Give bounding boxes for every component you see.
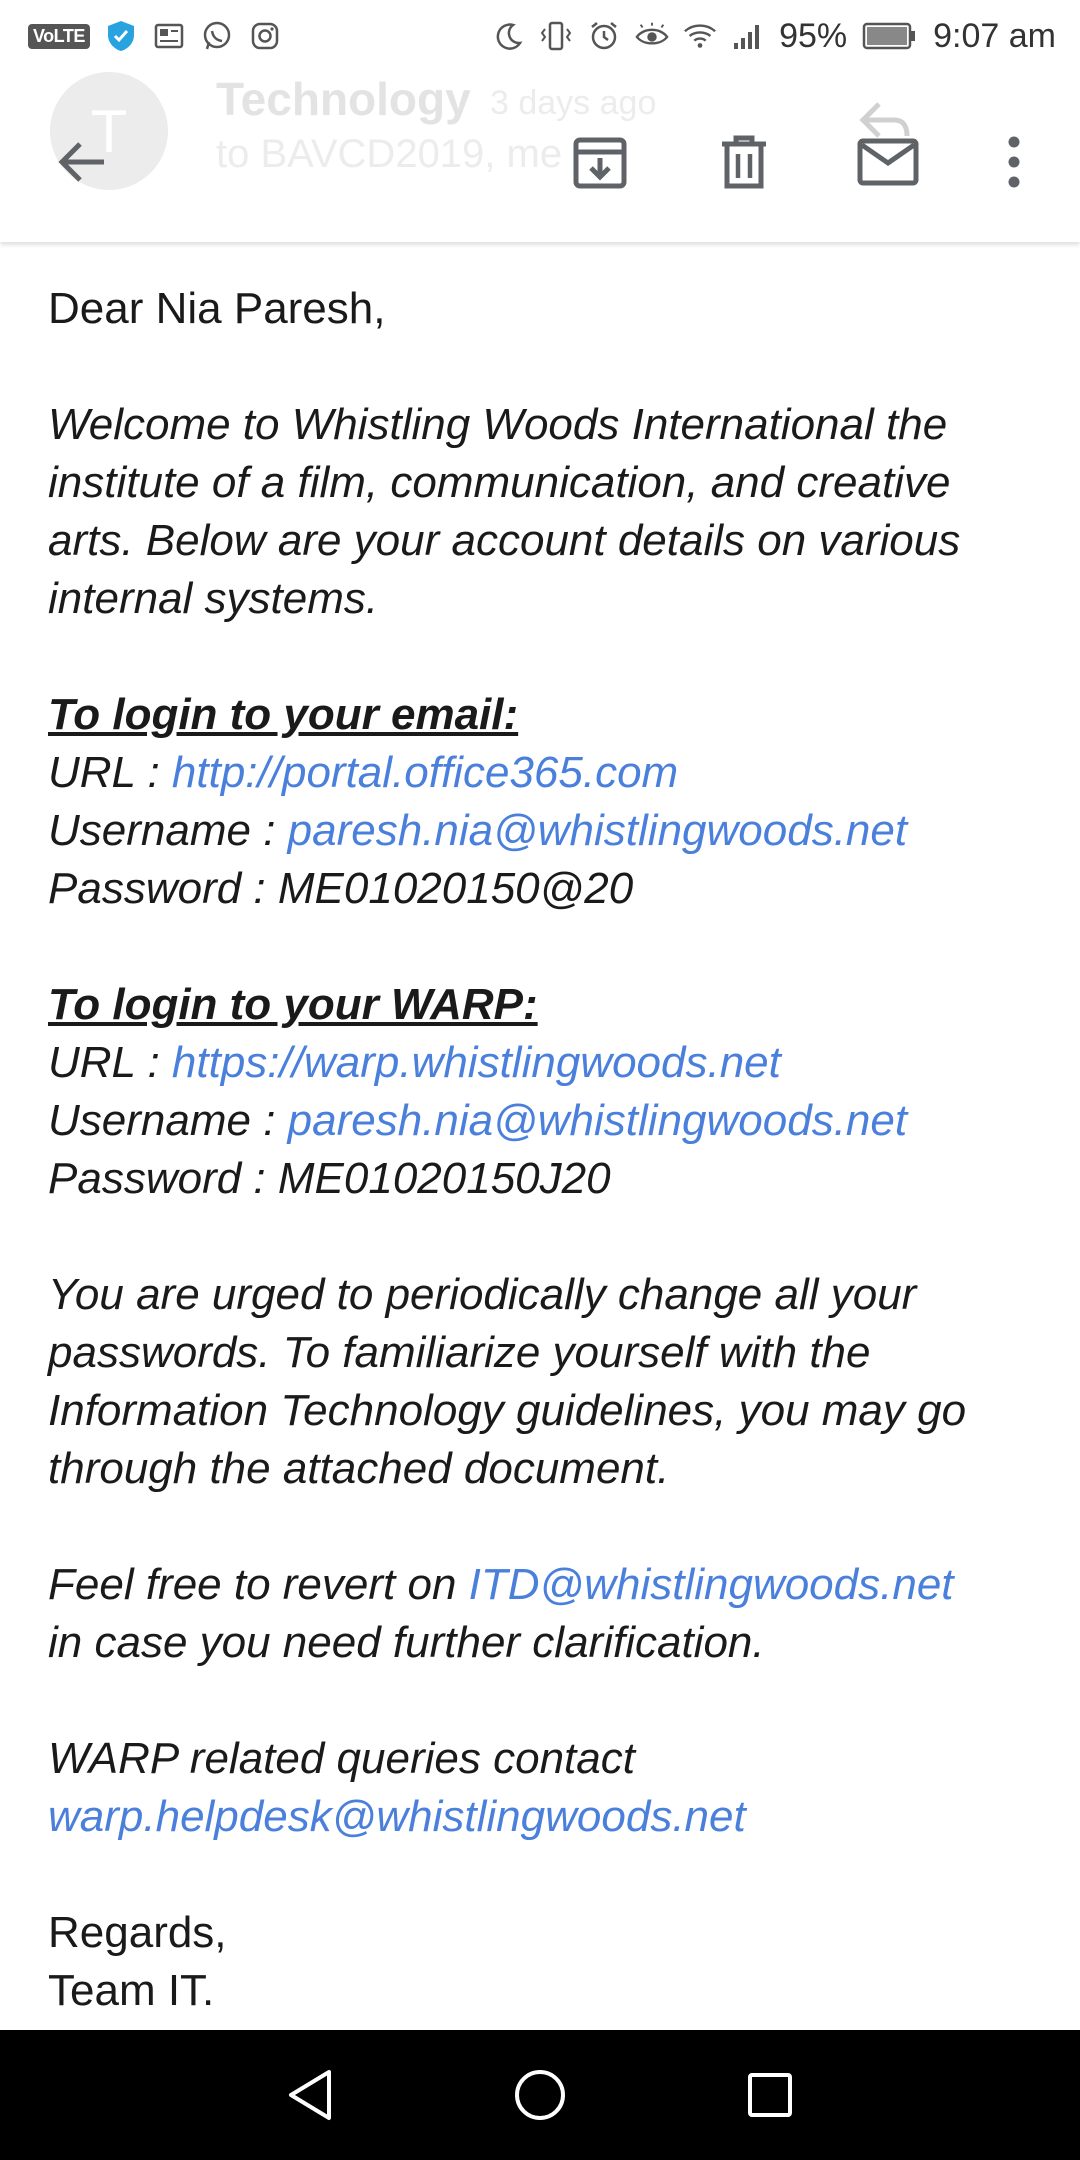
archive-button[interactable] — [560, 122, 640, 202]
cell-signal-icon — [731, 19, 765, 53]
itd-email-link[interactable]: ITD@whistlingwoods.net — [469, 1560, 954, 1609]
password-label: Password : — [48, 1154, 278, 1203]
mail-icon — [857, 138, 919, 186]
email-username-link[interactable]: paresh.nia@whistlingwoods.net — [288, 806, 907, 855]
nav-recents-button[interactable] — [730, 2055, 810, 2135]
delete-button[interactable] — [704, 122, 784, 202]
office365-url-link[interactable]: http://portal.office365.com — [172, 748, 678, 797]
warp-password-value: ME01020150J20 — [277, 1154, 611, 1203]
alarm-icon — [587, 19, 621, 53]
url-label: URL : — [48, 748, 172, 797]
revert-prefix: Feel free to revert on — [48, 1560, 469, 1609]
nav-back-button[interactable] — [270, 2055, 350, 2135]
intro-paragraph: Welcome to Whistling Woods International… — [48, 400, 961, 623]
username-label: Username : — [48, 1096, 288, 1145]
username-label: Username : — [48, 806, 288, 855]
warp-password-line: Password : ME01020150J20 — [48, 1150, 1048, 1208]
trash-icon — [722, 135, 766, 189]
warp-username-link[interactable]: paresh.nia@whistlingwoods.net — [288, 1096, 907, 1145]
eye-comfort-icon — [635, 19, 669, 53]
email-username-line: Username : paresh.nia@whistlingwoods.net — [48, 802, 1048, 860]
warp-queries-text: WARP related queries contact — [48, 1734, 635, 1783]
mark-unread-button[interactable] — [848, 122, 928, 202]
signature: Team IT. — [48, 1966, 215, 2015]
warp-helpdesk-line: warp.helpdesk@whistlingwoods.net — [48, 1788, 1048, 1846]
email-password-value: ME01020150@20 — [277, 864, 634, 913]
email-url-line: URL : http://portal.office365.com — [48, 744, 1048, 802]
advice-paragraph: You are urged to periodically change all… — [48, 1270, 967, 1493]
warp-url-link[interactable]: https://warp.whistlingwoods.net — [172, 1038, 781, 1087]
warp-login-heading: To login to your WARP: — [48, 980, 538, 1029]
url-label: URL : — [48, 1038, 172, 1087]
email-toolbar: T Technology 3 days ago to BAVCD2019, me — [0, 72, 1080, 242]
back-button[interactable] — [42, 122, 122, 202]
status-bar: VoLTE 95% 9:07 am — [0, 0, 1080, 72]
battery-icon — [861, 19, 919, 53]
system-navigation-bar — [0, 2030, 1080, 2160]
warp-url-line: URL : https://warp.whistlingwoods.net — [48, 1034, 1048, 1092]
revert-suffix: in case you need further clarification. — [48, 1618, 765, 1667]
revert-line: Feel free to revert on ITD@whistlingwood… — [48, 1556, 1048, 1614]
warp-helpdesk-link[interactable]: warp.helpdesk@whistlingwoods.net — [48, 1792, 746, 1841]
nav-back-triangle-icon — [289, 2070, 331, 2120]
shield-app-icon — [104, 19, 138, 53]
nav-home-button[interactable] — [500, 2055, 580, 2135]
warp-username-line: Username : paresh.nia@whistlingwoods.net — [48, 1092, 1048, 1150]
vibrate-icon — [539, 19, 573, 53]
more-vert-icon — [1008, 136, 1020, 188]
email-login-heading: To login to your email: — [48, 690, 519, 739]
battery-percent: 95% — [779, 16, 848, 55]
email-subject: Technology — [216, 73, 471, 125]
email-password-line: Password : ME01020150@20 — [48, 860, 1048, 918]
nav-home-circle-icon — [515, 2070, 565, 2120]
news-icon — [152, 19, 186, 53]
instagram-icon — [248, 19, 282, 53]
archive-icon — [573, 137, 627, 189]
greeting: Dear Nia Paresh, — [48, 284, 386, 333]
wifi-icon — [683, 19, 717, 53]
email-recipients: to BAVCD2019, me — [216, 132, 563, 176]
do-not-disturb-moon-icon — [491, 19, 525, 53]
email-body: Dear Nia Paresh, Welcome to Whistling Wo… — [48, 280, 1048, 2020]
more-options-button[interactable] — [974, 122, 1054, 202]
status-right-icons: 95% 9:07 am — [491, 17, 1056, 56]
whatsapp-icon — [200, 19, 234, 53]
email-received-time: 3 days ago — [490, 84, 657, 122]
regards: Regards, — [48, 1908, 227, 1957]
clock-time: 9:07 am — [933, 16, 1056, 55]
nav-recents-square-icon — [748, 2073, 792, 2117]
volte-icon: VoLTE — [28, 23, 90, 49]
password-label: Password : — [48, 864, 278, 913]
arrow-back-icon — [58, 142, 104, 182]
status-left-icons: VoLTE — [28, 19, 282, 53]
